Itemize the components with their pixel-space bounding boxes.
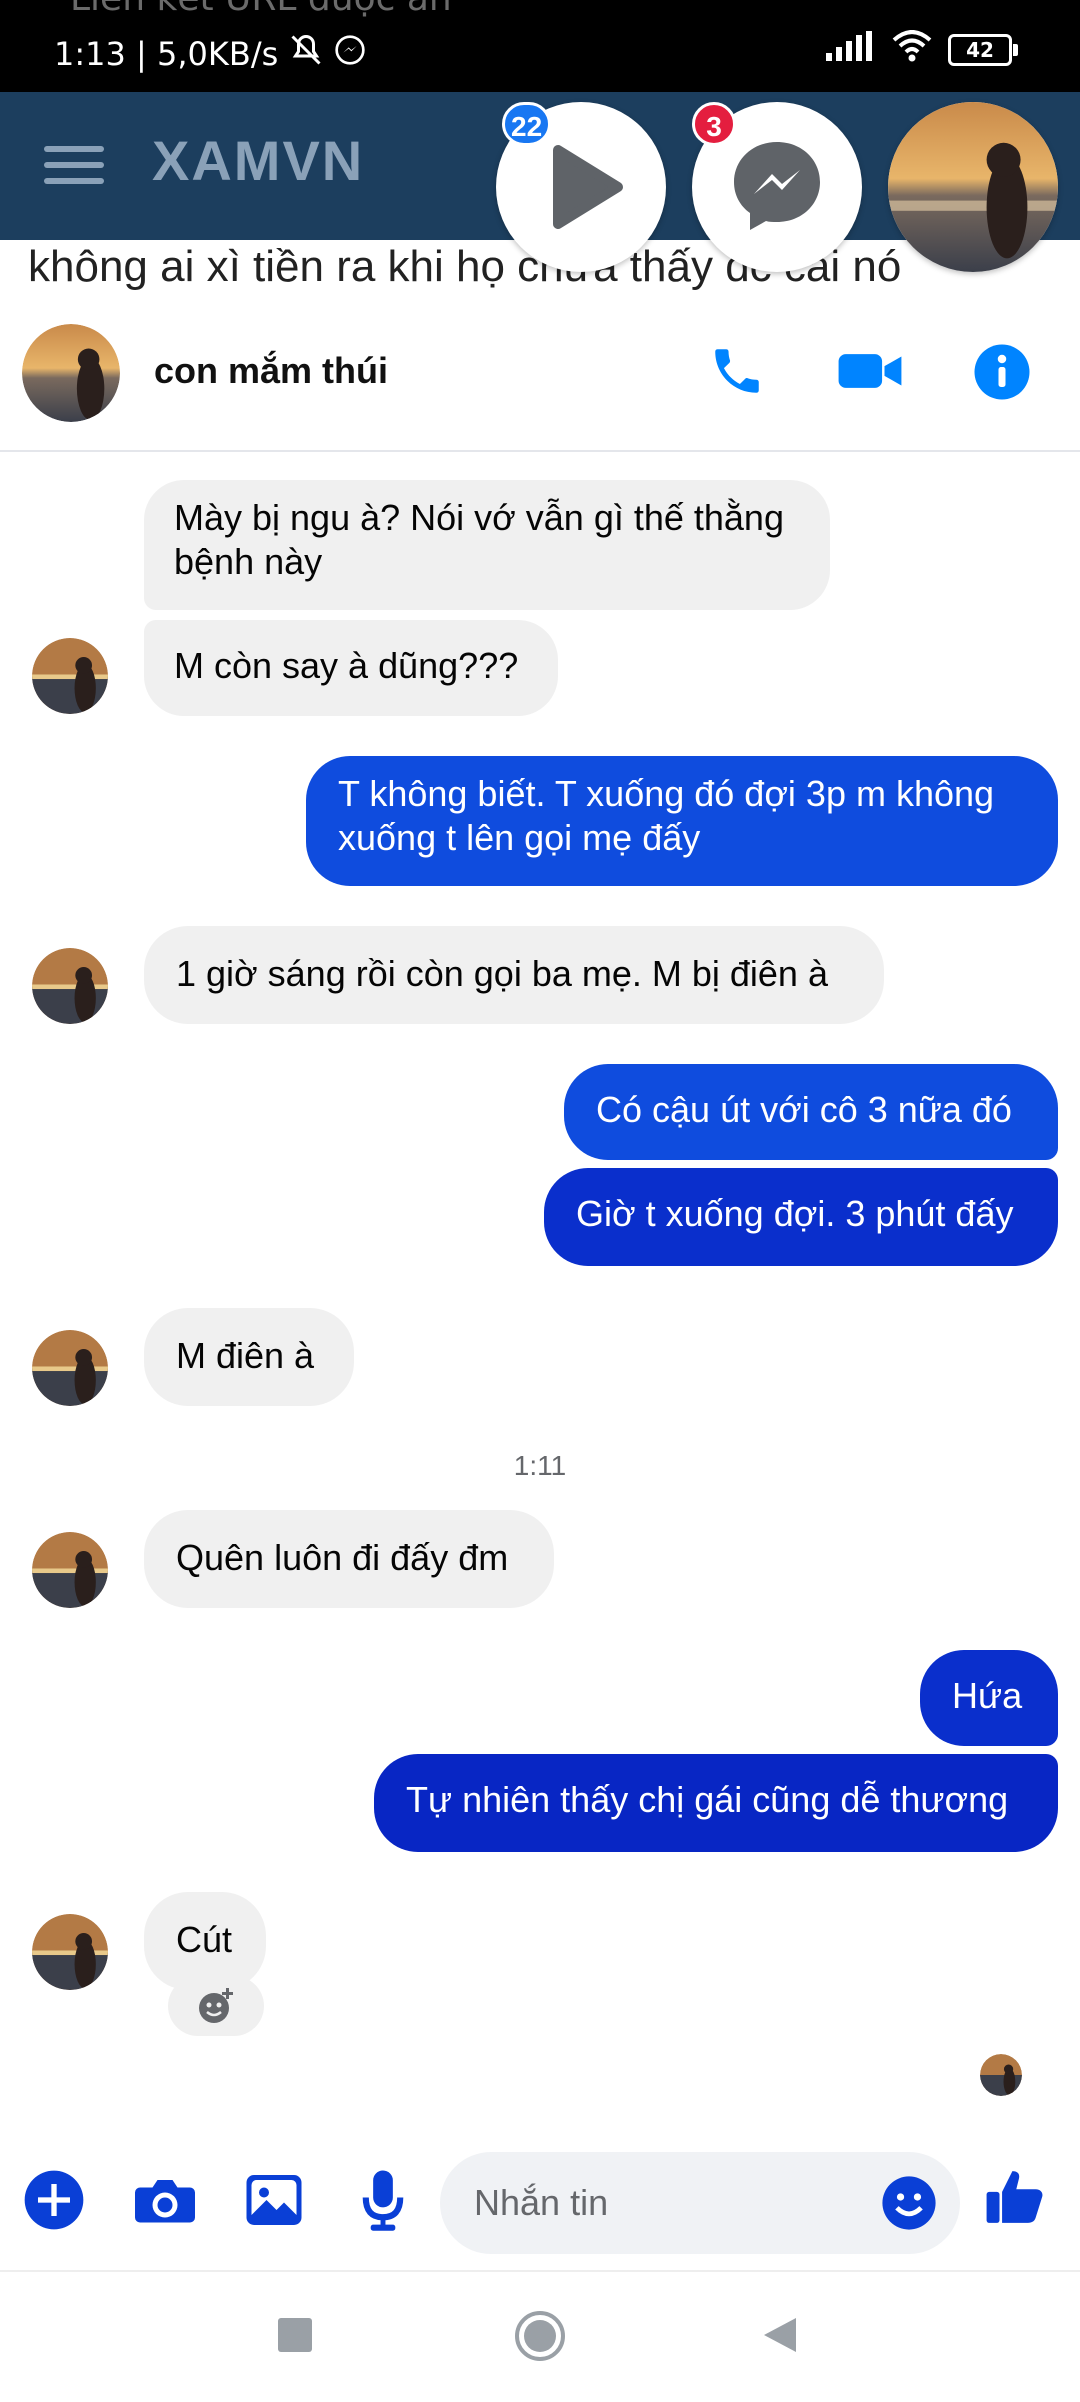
- outgoing-message[interactable]: Có cậu út với cô 3 nữa đó: [564, 1064, 1058, 1160]
- emoji-icon[interactable]: [880, 2174, 938, 2237]
- message-text: Giờ t xuống đợi. 3 phút đấy: [576, 1193, 1014, 1234]
- message-text: Có cậu út với cô 3 nữa đó: [596, 1089, 1012, 1130]
- camera-icon[interactable]: [132, 2170, 198, 2235]
- message-text: Tự nhiên thấy chị gái cũng dễ thương: [406, 1779, 1009, 1820]
- message-line: Mày bị ngu à? Nói vớ vẫn gì thế thằng: [174, 497, 784, 538]
- image-icon[interactable]: [244, 2170, 304, 2235]
- message-line: bệnh này: [174, 541, 323, 582]
- message-timestamp: 1:11: [513, 1450, 567, 1481]
- info-icon[interactable]: [972, 342, 1032, 407]
- contact-avatar: [888, 102, 1058, 272]
- contact-avatar[interactable]: [32, 1532, 108, 1608]
- message-input-placeholder: Nhắn tin: [474, 2182, 609, 2223]
- add-reaction-icon: [199, 1988, 233, 2023]
- add-reaction-button[interactable]: [168, 1976, 264, 2036]
- mute-icon: [288, 32, 324, 76]
- outgoing-message[interactable]: Giờ t xuống đợi. 3 phút đấy: [544, 1168, 1058, 1266]
- message-text: 1 giờ sáng rồi còn gọi ba mẹ. M bị điên …: [176, 953, 828, 994]
- incoming-message[interactable]: Quên luôn đi đấy đm: [144, 1510, 554, 1608]
- contact-avatar[interactable]: [32, 1330, 108, 1406]
- chat-head-badge: 3: [692, 102, 736, 146]
- message-line: xuống t lên gọi mẹ đấy: [338, 817, 701, 858]
- video-camera-icon[interactable]: [836, 342, 904, 405]
- outgoing-message[interactable]: Tự nhiên thấy chị gái cũng dễ thương: [374, 1754, 1058, 1852]
- home-button[interactable]: [514, 2310, 566, 2367]
- signal-icon: [826, 31, 876, 69]
- system-navigation-bar: [0, 2270, 1080, 2402]
- hamburger-menu-icon: [44, 136, 104, 194]
- message-text: M điên à: [176, 1335, 315, 1376]
- battery-icon: 42: [948, 34, 1018, 66]
- outgoing-message[interactable]: Hứa: [920, 1650, 1058, 1746]
- chat-head-contact[interactable]: [888, 102, 1058, 272]
- message-text: M còn say à dũng???: [174, 645, 519, 686]
- microphone-icon[interactable]: [358, 2168, 408, 2237]
- phone-icon[interactable]: [708, 342, 766, 405]
- plus-icon[interactable]: [22, 2168, 86, 2237]
- conversation-header: con mắm thúi: [0, 298, 1080, 452]
- contact-avatar[interactable]: [32, 638, 108, 714]
- status-bar: Liên kết URL được ẩn 1:13 | 5,0KB/s 42: [0, 0, 1080, 92]
- message-composer: Nhắn tin: [0, 2140, 1080, 2268]
- status-time-speed: 1:13 | 5,0KB/s: [54, 35, 279, 73]
- contact-avatar[interactable]: [22, 324, 120, 422]
- chat-head-play[interactable]: 22: [496, 102, 666, 272]
- site-brand: XAMVN: [152, 129, 365, 192]
- notification-ghost-text: Liên kết URL được ẩn: [70, 0, 452, 19]
- chat-head-badge: 22: [502, 102, 552, 146]
- seen-receipt-avatar: [980, 2054, 1022, 2096]
- incoming-message[interactable]: 1 giờ sáng rồi còn gọi ba mẹ. M bị điên …: [144, 926, 884, 1024]
- contact-avatar[interactable]: [32, 948, 108, 1024]
- wifi-icon: [892, 30, 932, 70]
- messenger-status-icon: [334, 34, 366, 74]
- message-text: Cút: [176, 1919, 233, 1960]
- like-icon[interactable]: [984, 2166, 1046, 2233]
- chat-head-messenger[interactable]: 3: [692, 102, 862, 272]
- message-text: Quên luôn đi đấy đm: [176, 1537, 509, 1578]
- message-input[interactable]: Nhắn tin: [440, 2152, 960, 2254]
- message-line: T không biết. T xuống đó đợi 3p m không: [338, 773, 995, 814]
- incoming-message[interactable]: Mày bị ngu à? Nói vớ vẫn gì thế thằng bệ…: [144, 480, 830, 610]
- contact-avatar[interactable]: [32, 1914, 108, 1990]
- incoming-message[interactable]: M còn say à dũng???: [144, 620, 558, 716]
- chat-panel: con mắm thúi Mày bị ngu à? Nói vớ vẫn gì…: [0, 298, 1080, 2270]
- incoming-message[interactable]: M điên à: [144, 1308, 354, 1406]
- message-text: Hứa: [952, 1675, 1023, 1716]
- back-button[interactable]: [762, 2316, 798, 2359]
- contact-name[interactable]: con mắm thúi: [154, 350, 388, 392]
- recents-button[interactable]: [278, 2318, 312, 2357]
- outgoing-message[interactable]: T không biết. T xuống đó đợi 3p m không …: [306, 756, 1058, 886]
